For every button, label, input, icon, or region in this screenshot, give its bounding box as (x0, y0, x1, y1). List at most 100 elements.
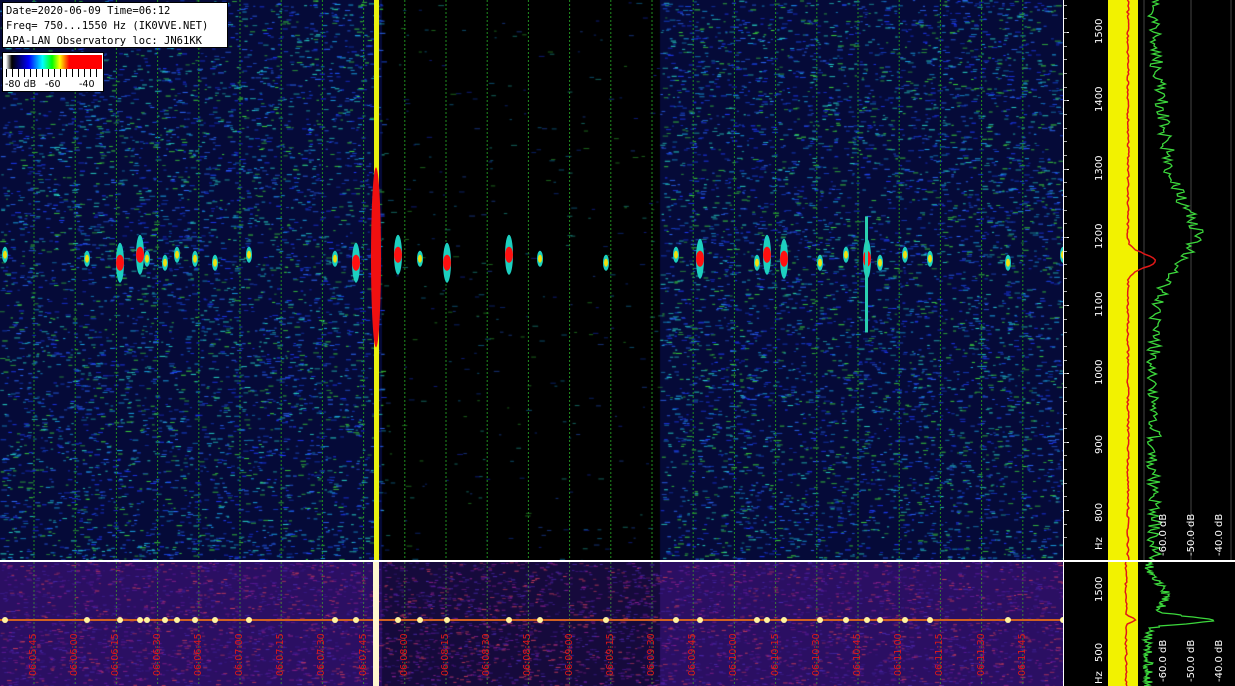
freq-minor-tick (1064, 469, 1067, 471)
time-tick-label: 06:08:30 (481, 633, 493, 676)
meteor-echo (116, 254, 124, 271)
freq-minor-tick (1064, 387, 1067, 389)
freq-minor-tick (1064, 236, 1067, 238)
freq-minor-tick (1064, 373, 1067, 375)
meteor-echo (145, 254, 149, 263)
lower-meteor-echo (444, 617, 450, 623)
meteor-echo (394, 246, 402, 263)
lower-spectrum-panel: -60.0 dB -50.0 dB -40.0 dB (1106, 562, 1235, 686)
freq-tick-label: 1300 (1094, 155, 1105, 181)
time-tick-label: 06:05:45 (28, 633, 39, 676)
freq-minor-tick (1064, 32, 1067, 33)
lower-meteor-echo (754, 617, 760, 623)
freq-minor-tick (1064, 4, 1067, 6)
time-tick-label: 06:11:30 (975, 633, 987, 676)
time-tick-label: 06:07:45 (357, 633, 369, 676)
carrier-signal-peak (371, 167, 381, 348)
lower-meteor-echo (395, 617, 401, 623)
freq-unit-label: Hz (1094, 537, 1105, 550)
info-frequency: Freq= 750...1550 Hz (IK0VVE.NET) (6, 20, 209, 32)
freq-minor-tick (1064, 291, 1067, 293)
spectrum-db-label: -60.0 dB (1158, 513, 1169, 556)
color-legend: -80 dB -60 -40 (2, 52, 104, 92)
lower-meteor-echo (537, 617, 543, 623)
time-tick-label: 06:10:00 (728, 633, 740, 676)
meteor-echo (1006, 258, 1010, 267)
info-observatory: APA-LAN Observatory loc: JN61KK (6, 35, 202, 47)
meteor-echo (755, 258, 759, 267)
lower-frequency-axis: 1500 500 Hz (1063, 562, 1107, 686)
freq-minor-tick (1064, 346, 1067, 348)
meteor-echo (136, 246, 144, 263)
freq-minor-tick (1064, 182, 1067, 184)
time-tick-label: 06:07:15 (275, 633, 287, 676)
freq-tick-label: 1400 (1094, 86, 1105, 113)
lower-meteor-echo (817, 617, 823, 623)
time-tick-label: 06:07:00 (234, 633, 245, 676)
meteor-echo (175, 250, 179, 259)
lower-spectrum-db-label: -50.0 dB (1186, 639, 1197, 682)
lower-meteor-echo (2, 617, 8, 623)
spectrum-db-label: -40.0 dB (1214, 513, 1225, 556)
lower-meteor-echo (697, 617, 703, 623)
time-tick-label: 06:08:45 (522, 633, 534, 676)
freq-minor-tick (1064, 250, 1067, 252)
lower-meteor-echo (144, 617, 150, 623)
freq-minor-tick (1064, 223, 1067, 225)
freq-tick-label: 800 (1094, 502, 1105, 522)
lower-meteor-echo (353, 617, 359, 623)
lower-meteor-echo (927, 617, 933, 623)
freq-minor-tick (1064, 305, 1067, 307)
meteor-echo (163, 258, 167, 267)
freq-minor-tick (1064, 264, 1067, 266)
freq-minor-tick (1064, 100, 1067, 102)
freq-minor-tick (1064, 168, 1067, 170)
lower-meteor-echo (137, 617, 143, 623)
meteor-echo (418, 254, 422, 263)
meteor-echo (604, 258, 608, 267)
meteor-echo (780, 250, 788, 267)
lower-spectrum-peak-trace (1140, 562, 1215, 686)
meteor-echo (333, 254, 337, 263)
time-tick-label: 06:08:15 (440, 633, 451, 676)
frequency-axis: 1500 1400 1300 1200 1100 1000 900 800 Hz (1063, 0, 1107, 560)
meteor-echo (538, 254, 542, 263)
freq-tick-label: 1000 (1094, 359, 1105, 386)
lower-freq-tick-label: 1500 (1094, 576, 1105, 602)
freq-minor-tick (1064, 113, 1067, 115)
time-tick-label: 06:11:15 (934, 633, 946, 676)
lower-freq-unit-label: Hz (1094, 671, 1105, 684)
freq-minor-tick (1064, 496, 1067, 498)
freq-minor-tick (1064, 414, 1067, 416)
meteor-echo (763, 246, 771, 263)
lower-meteor-echo (174, 617, 180, 623)
lower-meteor-echo (877, 617, 883, 623)
freq-minor-tick (1064, 45, 1067, 47)
lower-meteor-echo (902, 617, 908, 623)
lower-meteor-echo (1005, 617, 1011, 623)
freq-minor-tick (1064, 72, 1067, 74)
time-tick-label: 06:07:30 (316, 633, 328, 676)
legend-min-label: -80 dB (5, 79, 37, 90)
spectrum-db-label: -50.0 dB (1186, 513, 1197, 556)
freq-minor-tick (1064, 141, 1067, 143)
freq-minor-tick (1064, 18, 1067, 20)
lower-meteor-echo (843, 617, 849, 623)
meteor-echo (443, 254, 451, 271)
freq-minor-tick (1064, 86, 1067, 88)
legend-max-label: -40 (79, 79, 95, 90)
spectrum-plot (1108, 0, 1232, 560)
freq-minor-tick (1064, 318, 1067, 320)
freq-minor-tick (1064, 537, 1067, 539)
freq-minor-tick (1064, 209, 1067, 211)
freq-tick-label: 1500 (1094, 18, 1105, 44)
freq-tick-label: 1100 (1094, 291, 1105, 318)
meteor-echo (674, 250, 678, 259)
meteor-echo (505, 246, 513, 263)
lower-meteor-echo (417, 617, 423, 623)
freq-minor-tick (1064, 359, 1067, 361)
meteor-trail (865, 216, 868, 333)
time-tick-label: 06:08:00 (398, 633, 410, 676)
spectrum-peak-trace (1144, 0, 1204, 560)
freq-minor-tick (1064, 154, 1067, 156)
